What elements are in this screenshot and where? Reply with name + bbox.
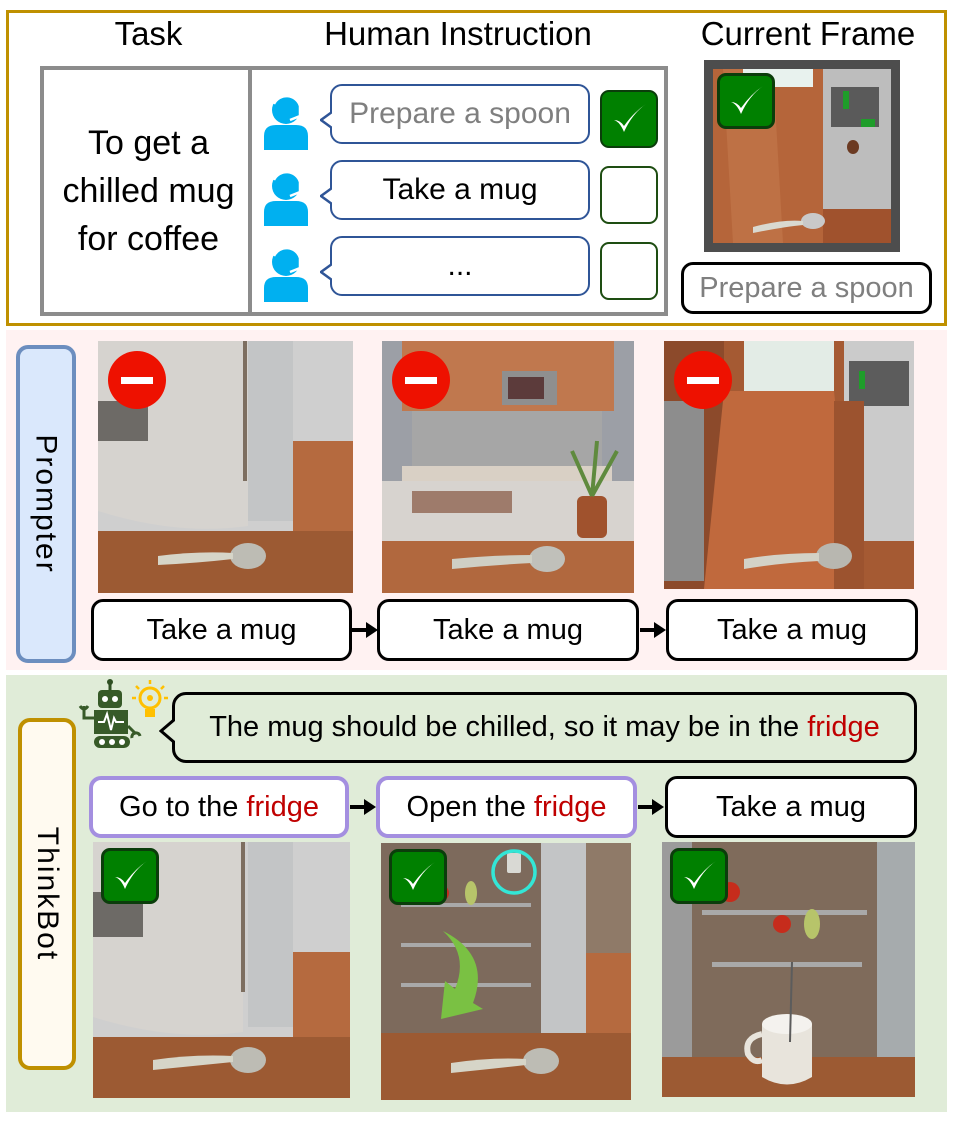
thinkbot-step-text: Take a mug (716, 790, 866, 823)
human-instruction-list: Prepare a spoon Take a mug ... (248, 66, 668, 316)
thinkbot-reasoning-bubble: The mug should be chilled, so it may be … (159, 692, 917, 763)
reasoning-text: The mug should be chilled, so it may be … (209, 711, 880, 744)
human-operator-icon (264, 246, 308, 302)
thinkbot-label: ThinkBot (18, 718, 76, 1070)
arrow-right-icon (350, 799, 376, 815)
success-badge (389, 849, 447, 905)
task-text: To get a chilled mug for coffee (62, 124, 235, 258)
robot-thinking-icon (78, 679, 168, 748)
prompter-step-2: Take a mug (377, 599, 639, 661)
prompter-step-text: Take a mug (433, 613, 583, 646)
prompter-label-text: Prompter (30, 434, 63, 574)
instruction-bubble: Prepare a spoon (320, 84, 590, 144)
frame-title: Current Frame (700, 15, 916, 52)
check-icon (684, 861, 716, 889)
reasoning-highlight: fridge (807, 711, 880, 743)
instruction-text: Take a mug (382, 173, 538, 206)
prompter-step-1: Take a mug (91, 599, 352, 661)
instruction-checkbox[interactable] (600, 242, 658, 300)
prompter-frame-2 (382, 341, 634, 593)
arrow-right-icon (640, 622, 666, 638)
thinkbot-step-1: Go to the fridge (89, 776, 349, 838)
reasoning-text-prefix: The mug should be chilled, so it may be … (209, 711, 808, 743)
current-frame-image (713, 69, 891, 243)
thinkbot-frame-1 (93, 842, 350, 1098)
prompter-frame-1 (98, 341, 353, 593)
human-operator-icon (264, 94, 308, 150)
thinkbot-step-text: Go to the fridge (119, 791, 319, 824)
instruction-bubble: ... (320, 236, 590, 296)
instruction-bubble: Take a mug (320, 160, 590, 220)
thinkbot-step-2: Open the fridge (376, 776, 637, 838)
instruction-text: Prepare a spoon (349, 97, 571, 130)
instruction-checkbox[interactable] (600, 166, 658, 224)
prompter-step-text: Take a mug (717, 613, 867, 646)
arrow-right-icon (352, 622, 378, 638)
success-badge (717, 73, 775, 129)
instruction-title: Human Instruction (324, 15, 592, 52)
task-box: To get a chilled mug for coffee (40, 66, 257, 316)
minus-icon (121, 376, 153, 384)
minus-icon (687, 376, 719, 384)
minus-icon (405, 376, 437, 384)
check-icon (614, 104, 646, 132)
failure-badge (108, 351, 166, 409)
instruction-row: Prepare a spoon (252, 82, 672, 152)
instruction-row: Take a mug (252, 158, 672, 228)
thinkbot-frame-3 (662, 842, 915, 1097)
current-frame (704, 60, 900, 252)
human-operator-icon (264, 170, 308, 226)
arrow-right-icon (638, 799, 664, 815)
failure-badge (674, 351, 732, 409)
prompter-step-text: Take a mug (146, 613, 297, 646)
step-text-prefix: Open the (406, 790, 534, 823)
check-icon (731, 86, 763, 114)
thinkbot-step-text: Open the fridge (407, 791, 607, 824)
instruction-row: ... (252, 234, 672, 304)
step-highlight: fridge (533, 790, 607, 823)
instruction-text: ... (447, 249, 473, 282)
prompter-step-3: Take a mug (666, 599, 918, 661)
thinkbot-label-text: ThinkBot (31, 826, 65, 962)
prompter-frame-3 (664, 341, 914, 589)
check-icon (403, 862, 435, 890)
current-frame-status: Prepare a spoon (681, 262, 932, 314)
step-highlight: fridge (246, 790, 319, 823)
success-badge (670, 848, 728, 904)
step-text-prefix: Go to the (119, 790, 247, 823)
instruction-checkbox-checked[interactable] (600, 90, 658, 148)
thinkbot-step-3: Take a mug (665, 776, 917, 838)
prompter-label: Prompter (16, 345, 76, 663)
current-frame-status-text: Prepare a spoon (699, 271, 914, 304)
failure-badge (392, 351, 450, 409)
thinkbot-frame-2 (381, 843, 631, 1100)
task-title: Task (114, 15, 183, 52)
check-icon (115, 861, 147, 889)
success-badge (101, 848, 159, 904)
